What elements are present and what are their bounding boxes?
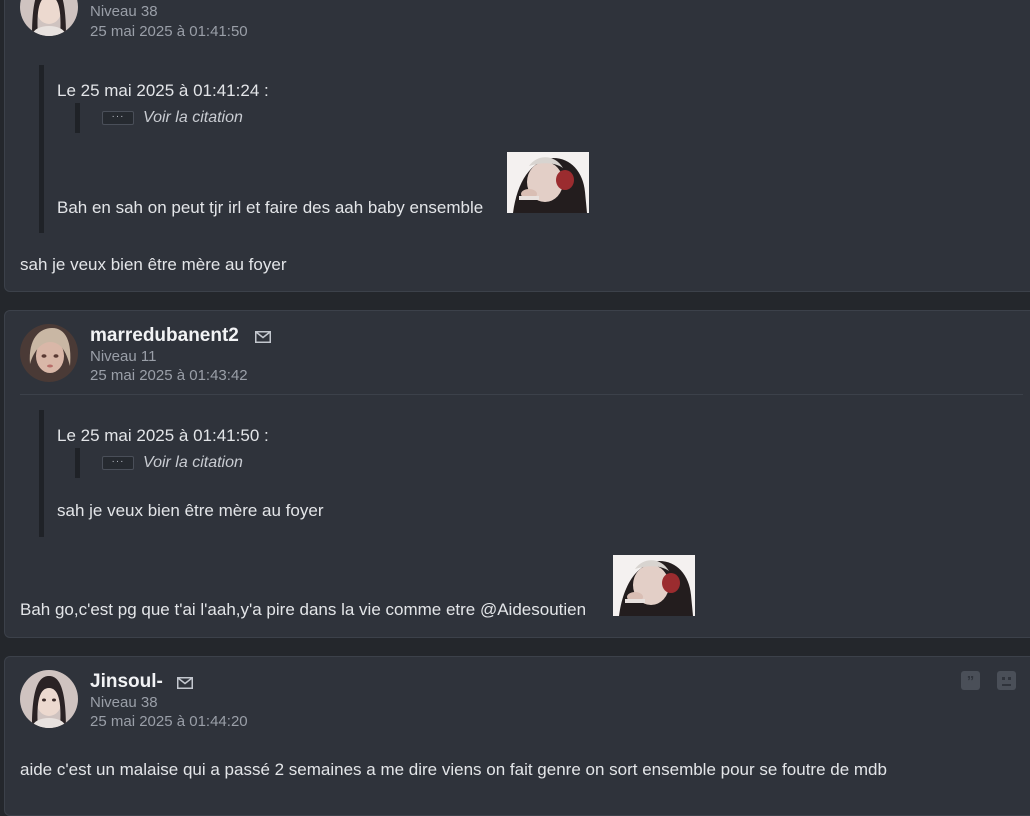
user-level: Niveau 38 — [90, 3, 158, 20]
avatar[interactable] — [20, 324, 78, 382]
nested-quote-bar — [75, 448, 80, 478]
username[interactable]: marredubanent2 — [90, 325, 239, 347]
post-date[interactable]: 25 mai 2025 à 01:44:20 — [90, 713, 248, 730]
view-quote-link[interactable]: Voir la citation — [143, 109, 243, 127]
avatar[interactable] — [20, 670, 78, 728]
sticker-image — [507, 152, 589, 213]
sticker-image — [613, 555, 695, 616]
post-message: Bah go,c'est pg que t'ai l'aah,y'a pire … — [20, 600, 587, 619]
post-message: sah je veux bien être mère au foyer — [20, 255, 287, 274]
quote-icon[interactable]: ” — [961, 671, 980, 690]
quote-text: sah je veux bien être mère au foyer — [57, 501, 324, 520]
quote-text: Bah en sah on peut tjr irl et faire des … — [57, 198, 484, 217]
header-divider — [20, 394, 1023, 395]
quote-header: Le 25 mai 2025 à 01:41:24 : — [57, 81, 269, 100]
post: Jinsoul- Niveau 38 25 mai 2025 à 01:44:2… — [4, 656, 1030, 816]
expand-quote-button[interactable]: ··· — [102, 111, 134, 125]
username[interactable]: Jinsoul- — [90, 671, 163, 693]
post-message: aide c'est un malaise qui a passé 2 sema… — [20, 760, 887, 779]
mail-icon[interactable] — [177, 677, 193, 689]
sad-face-icon[interactable] — [997, 671, 1016, 690]
quote-header: Le 25 mai 2025 à 01:41:50 : — [57, 426, 269, 445]
nested-quote-bar — [75, 103, 80, 133]
avatar[interactable] — [20, 0, 78, 36]
quote-bar — [39, 65, 44, 233]
expand-quote-button[interactable]: ··· — [102, 456, 134, 470]
mail-icon[interactable] — [255, 331, 271, 343]
quote-bar — [39, 410, 44, 537]
post: marredubanent2 Niveau 11 25 mai 2025 à 0… — [4, 310, 1030, 638]
post-date[interactable]: 25 mai 2025 à 01:41:50 — [90, 23, 248, 40]
user-level: Niveau 38 — [90, 694, 158, 711]
post: Niveau 38 25 mai 2025 à 01:41:50 Le 25 m… — [4, 0, 1030, 292]
view-quote-link[interactable]: Voir la citation — [143, 454, 243, 472]
post-date[interactable]: 25 mai 2025 à 01:43:42 — [90, 367, 248, 384]
user-level: Niveau 11 — [90, 348, 157, 365]
